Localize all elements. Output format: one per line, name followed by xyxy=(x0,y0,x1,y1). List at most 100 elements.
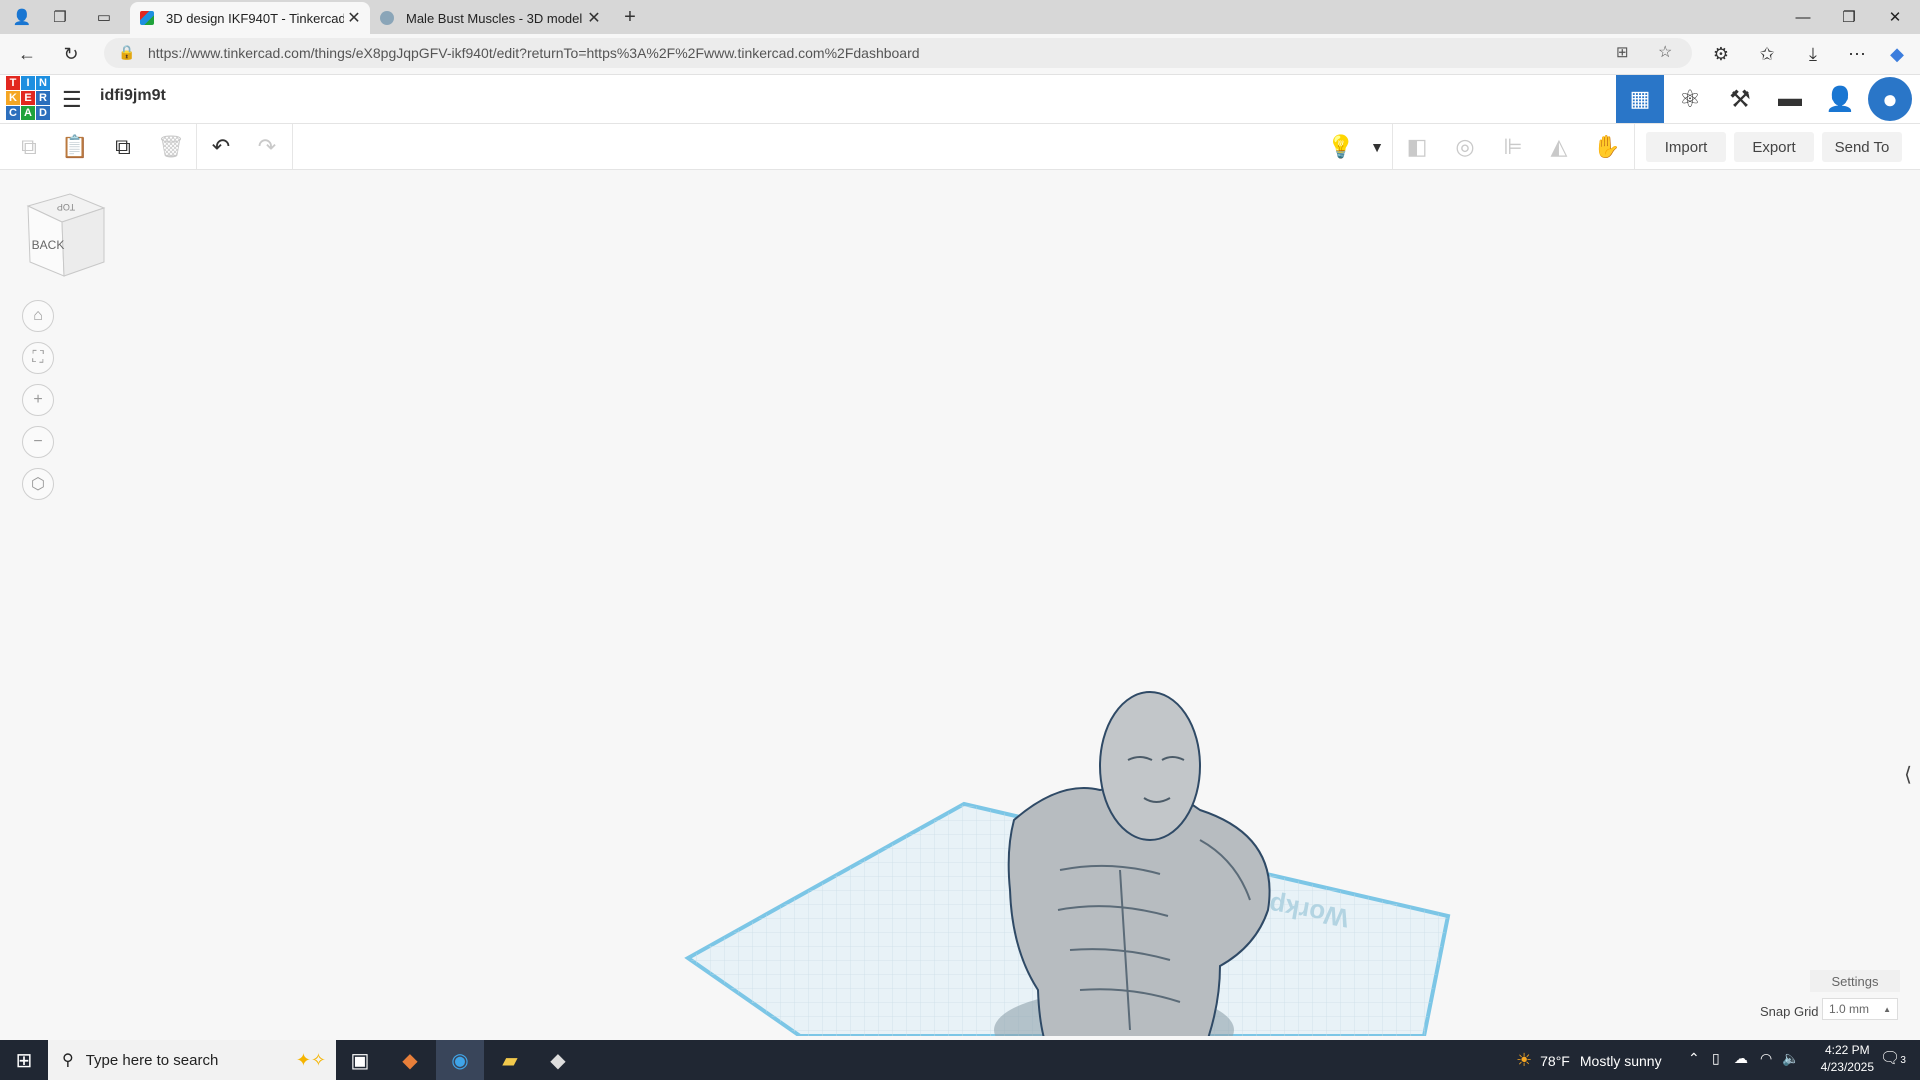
workspaces-icon[interactable]: ❐ xyxy=(50,7,70,27)
undo-icon[interactable]: ↶ xyxy=(206,132,236,162)
tinkercad-logo[interactable]: T I N K E R C A D xyxy=(6,76,50,120)
delete-icon[interactable]: 🗑 xyxy=(156,132,186,162)
tab-title: Male Bust Muscles - 3D model by xyxy=(406,10,584,26)
app-icon[interactable]: ◆ xyxy=(534,1040,582,1080)
editor-toolbar: ⧉ 📋 ⧉ 🗑 ↶ ↷ 💡 ▼ ◧ ◎ ⊫ ◭ ✋ Import Export … xyxy=(0,124,1920,170)
windows-start-icon[interactable]: ⊞ xyxy=(0,1040,48,1080)
zoom-out-icon[interactable]: − xyxy=(22,426,54,458)
add-collaborator-button[interactable]: 👤 xyxy=(1816,75,1864,123)
light-bulb-icon[interactable]: 💡 xyxy=(1326,132,1356,162)
back-arrow-icon[interactable]: ← xyxy=(16,43,38,65)
extensions-icon[interactable]: ⚙ xyxy=(1710,43,1732,65)
sparkle-icon: ✦✧ xyxy=(295,1049,326,1070)
profile-icon[interactable]: 👤 xyxy=(12,7,32,27)
3d-viewport[interactable]: TOP BACK ⌂ ⛶ + − ⬡ Workplane Settings Sn… xyxy=(0,170,1920,1036)
tab-male-bust[interactable]: Male Bust Muscles - 3D model by ✕ xyxy=(370,2,610,34)
vertical-tabs-icon[interactable]: ▭ xyxy=(94,7,114,27)
copilot-icon[interactable]: ◆ xyxy=(1886,43,1908,65)
logo-letter: T xyxy=(6,76,20,90)
wifi-icon[interactable]: ◠ xyxy=(1760,1050,1772,1067)
bricks-button[interactable]: ▬ xyxy=(1766,75,1814,123)
copy-icon[interactable]: ⧉ xyxy=(14,132,44,162)
perspective-icon[interactable]: ⬡ xyxy=(22,468,54,500)
home-view-icon[interactable]: ⌂ xyxy=(22,300,54,332)
close-tab-icon[interactable]: ✕ xyxy=(584,8,604,28)
mirror-icon[interactable]: ◭ xyxy=(1544,132,1574,162)
chevron-up-icon[interactable]: ⌃ xyxy=(1688,1050,1700,1067)
weather-temp: 78°F xyxy=(1540,1052,1570,1069)
site-info-icon[interactable]: 🔒 xyxy=(118,44,135,61)
device-icon[interactable]: ▯ xyxy=(1712,1050,1720,1067)
redo-icon[interactable]: ↷ xyxy=(252,132,282,162)
chevron-left-icon[interactable]: ⟨ xyxy=(1898,746,1918,802)
task-view-icon[interactable]: ▣ xyxy=(336,1040,384,1080)
snap-grid-label: Snap Grid xyxy=(1760,1004,1819,1019)
address-bar[interactable]: 🔒 https://www.tinkercad.com/things/eX8pg… xyxy=(104,38,1692,68)
blocks-button[interactable]: ⚒ xyxy=(1716,75,1764,123)
more-menu-icon[interactable]: ⋯ xyxy=(1846,43,1868,65)
group-icon[interactable]: ◎ xyxy=(1450,132,1480,162)
logo-letter: E xyxy=(21,91,35,105)
search-icon: ⚲ xyxy=(62,1052,74,1069)
view-cube-back-label: BACK xyxy=(32,238,65,252)
fit-all-icon[interactable]: ⛶ xyxy=(22,342,54,374)
cruise-icon[interactable]: ✋ xyxy=(1592,132,1622,162)
sim-lab-button[interactable]: ⚛ xyxy=(1666,75,1714,123)
note-icon[interactable]: ◧ xyxy=(1402,132,1432,162)
logo-letter: I xyxy=(21,76,35,90)
notification-icon[interactable]: 🗨3 xyxy=(1880,1048,1906,1068)
notification-count: 3 xyxy=(1900,1055,1906,1066)
clock-date: 4/23/2025 xyxy=(1820,1060,1874,1074)
align-icon[interactable]: ⊫ xyxy=(1498,132,1528,162)
send-to-button[interactable]: Send To xyxy=(1822,132,1902,162)
close-window-button[interactable]: ✕ xyxy=(1872,0,1918,34)
view-cube-top-label: TOP xyxy=(57,202,75,212)
import-button[interactable]: Import xyxy=(1646,132,1726,162)
copilot-app-icon[interactable]: ◆ xyxy=(386,1040,434,1080)
tinkercad-favicon-icon xyxy=(140,11,154,25)
clock-time: 4:22 PM xyxy=(1824,1043,1870,1057)
file-explorer-icon[interactable]: ▰ xyxy=(486,1040,534,1080)
restore-button[interactable]: ❐ xyxy=(1826,0,1872,34)
favorite-star-icon[interactable]: ☆ xyxy=(1658,42,1672,62)
design-name[interactable]: idfi9jm9t xyxy=(100,87,166,105)
design-list-icon[interactable]: ☰ xyxy=(62,87,82,113)
edge-browser-icon[interactable]: ◉ xyxy=(436,1040,484,1080)
logo-letter: K xyxy=(6,91,20,105)
url-text[interactable]: https://www.tinkercad.com/things/eX8pgJq… xyxy=(148,45,920,61)
logo-letter: N xyxy=(36,76,50,90)
chevron-down-icon[interactable]: ▼ xyxy=(1362,132,1392,162)
app-available-icon[interactable]: ⊞ xyxy=(1616,43,1629,61)
tinkercad-header: T I N K E R C A D ☰ idfi9jm9t ▦ ⚛ ⚒ ▬ 👤 … xyxy=(0,75,1920,124)
refresh-icon[interactable]: ↻ xyxy=(60,43,82,65)
favorites-icon[interactable]: ✩ xyxy=(1756,43,1778,65)
logo-letter: C xyxy=(6,106,20,120)
duplicate-icon[interactable]: ⧉ xyxy=(108,132,138,162)
avatar[interactable]: ● xyxy=(1866,75,1914,123)
paste-icon[interactable]: 📋 xyxy=(60,132,90,162)
user-avatar-icon: ● xyxy=(1868,77,1912,121)
snap-grid-select[interactable]: 1.0 mm ▲ xyxy=(1822,998,1898,1020)
minimize-button[interactable]: — xyxy=(1780,0,1826,34)
tab-title: 3D design IKF940T - Tinkercad xyxy=(166,10,344,26)
volume-icon[interactable]: 🔈 xyxy=(1782,1050,1799,1067)
address-bar-row: ← ↻ 🔒 https://www.tinkercad.com/things/e… xyxy=(0,34,1920,75)
downloads-icon[interactable]: ⤓ xyxy=(1802,43,1824,65)
grid-view-button[interactable]: ▦ xyxy=(1616,75,1664,123)
snap-grid-value: 1.0 mm xyxy=(1829,1002,1870,1016)
close-tab-icon[interactable]: ✕ xyxy=(344,8,364,28)
tab-tinkercad[interactable]: 3D design IKF940T - Tinkercad ✕ xyxy=(130,2,370,34)
cloud-icon[interactable]: ☁ xyxy=(1734,1050,1748,1067)
search-placeholder: Type here to search xyxy=(85,1051,219,1069)
weather-widget[interactable]: ☀ 78°F Mostly sunny xyxy=(1516,1050,1662,1071)
zoom-in-icon[interactable]: + xyxy=(22,384,54,416)
logo-letter: R xyxy=(36,91,50,105)
sketchfab-favicon-icon xyxy=(380,11,394,25)
workplane-scene: Workplane xyxy=(684,691,1451,1036)
settings-button[interactable]: Settings xyxy=(1810,970,1900,992)
plus-icon[interactable]: + xyxy=(620,6,640,28)
taskbar-search[interactable]: ⚲ Type here to search ✦✧ xyxy=(48,1040,336,1080)
export-button[interactable]: Export xyxy=(1734,132,1814,162)
taskbar-clock[interactable]: 4:22 PM 4/23/2025 xyxy=(1821,1042,1874,1076)
view-cube[interactable]: TOP BACK xyxy=(22,192,108,280)
